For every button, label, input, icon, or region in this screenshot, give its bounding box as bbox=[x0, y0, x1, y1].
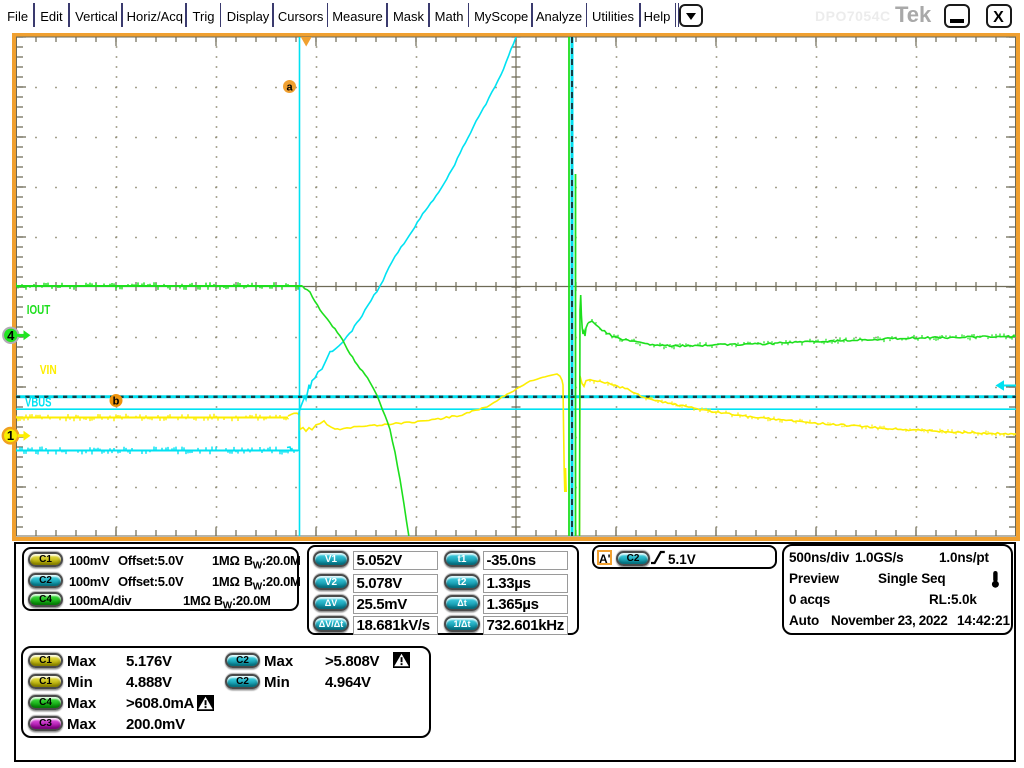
svg-text:VBUS: VBUS bbox=[25, 395, 52, 409]
svg-text:IOUT: IOUT bbox=[27, 303, 51, 317]
svg-text:4: 4 bbox=[7, 328, 15, 343]
svg-text:VIN: VIN bbox=[40, 363, 57, 377]
svg-text:1: 1 bbox=[7, 428, 14, 443]
svg-text:a: a bbox=[286, 82, 293, 94]
svg-text:b: b bbox=[113, 396, 120, 408]
